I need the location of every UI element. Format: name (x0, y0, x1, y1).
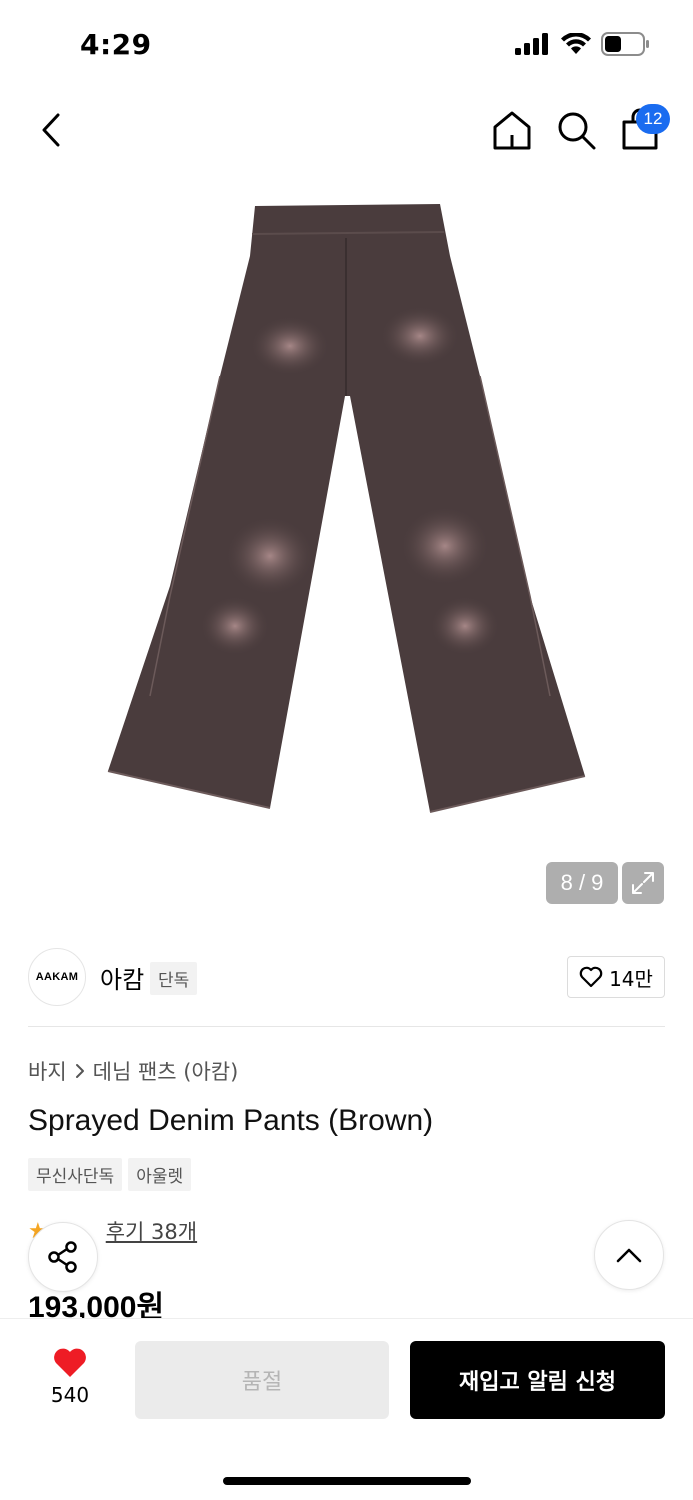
review-link[interactable]: 후기 38개 (106, 1216, 197, 1246)
exclusive-badge: 단독 (150, 962, 198, 995)
chevron-left-icon (42, 113, 60, 147)
back-button[interactable] (34, 110, 68, 150)
share-icon (48, 1241, 77, 1273)
expand-icon (632, 872, 654, 894)
brand-like-count: 14만 (609, 966, 653, 991)
breadcrumb-subcategory[interactable]: 데님 팬츠 (아캄) (93, 1056, 239, 1086)
fullscreen-button[interactable] (622, 862, 664, 904)
brand-logo[interactable]: AAKAM (28, 948, 86, 1006)
product-photo[interactable] (100, 196, 590, 816)
soldout-button: 품절 (135, 1341, 389, 1419)
status-icons (515, 32, 649, 56)
chevron-right-icon (75, 1064, 84, 1078)
brand-name[interactable]: 아캄 (100, 960, 144, 995)
home-icon (493, 111, 531, 150)
bottom-action-bar: 540 품절 재입고 알림 신청 (0, 1318, 693, 1500)
product-tag: 아울렛 (128, 1158, 192, 1191)
image-counter: 8 / 9 (546, 862, 618, 904)
home-indicator (223, 1477, 471, 1485)
search-icon (558, 112, 596, 150)
product-like-count: 540 (50, 1383, 90, 1407)
breadcrumb: 바지 데님 팬츠 (아캄) (28, 1056, 238, 1086)
product-title: Sprayed Denim Pants (Brown) (28, 1104, 434, 1137)
chevron-up-icon (616, 1248, 642, 1263)
cart-count-badge: 12 (636, 104, 670, 134)
product-like-button[interactable]: 540 (40, 1347, 100, 1407)
heart-filled-icon (54, 1348, 86, 1377)
top-nav (0, 92, 693, 172)
restock-alert-button[interactable]: 재입고 알림 신청 (410, 1341, 665, 1419)
heart-outline-icon (579, 966, 603, 988)
product-tag: 무신사단독 (28, 1158, 123, 1191)
brand-row: AAKAM 아캄 단독 14만 (28, 948, 665, 1006)
product-tags: 무신사단독 아울렛 (28, 1158, 192, 1191)
home-button[interactable] (490, 108, 534, 152)
signal-icon (515, 33, 548, 55)
search-button[interactable] (554, 108, 598, 152)
divider (28, 1026, 665, 1027)
wifi-icon (561, 33, 591, 54)
battery-icon (601, 32, 649, 56)
scroll-top-button[interactable] (594, 1220, 664, 1290)
status-bar: 4:29 (0, 0, 693, 92)
breadcrumb-category[interactable]: 바지 (28, 1056, 67, 1086)
brand-like-button[interactable]: 14만 (567, 956, 665, 998)
status-time: 4:29 (80, 28, 152, 61)
